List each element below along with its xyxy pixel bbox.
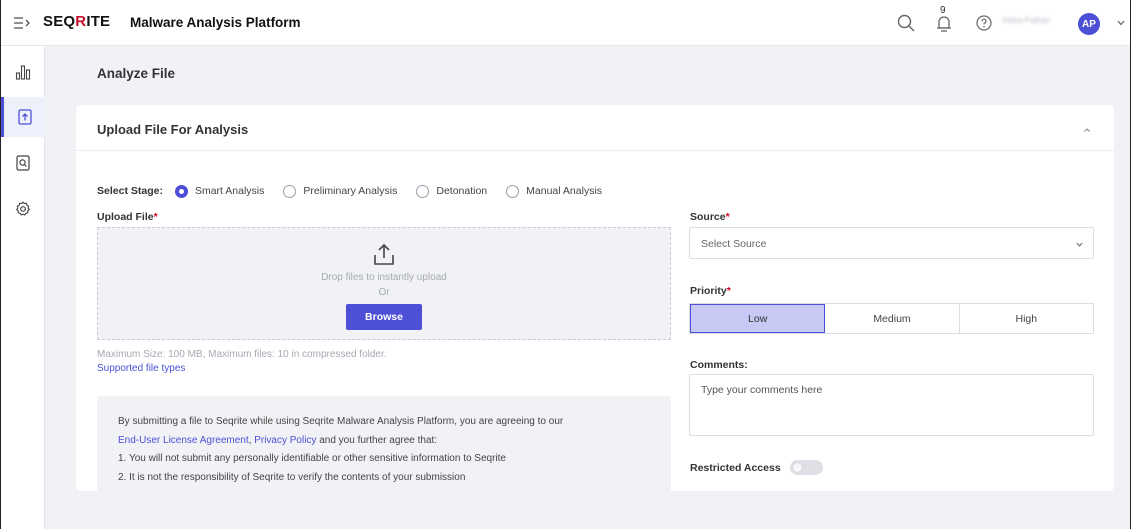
drop-text: Drop files to instantly upload [321,272,447,283]
help-icon[interactable] [976,15,992,31]
source-label: Source* [690,211,730,223]
terms-box: By submitting a file to Seqrite while us… [97,396,671,491]
toggle-knob [793,463,802,472]
radio-dot[interactable] [506,184,520,198]
or-text: Or [378,287,390,298]
priority-medium-button[interactable]: Medium [825,304,960,333]
bell-icon[interactable] [935,14,953,34]
priority-high-button[interactable]: High [959,304,1093,333]
comments-label: Comments: [690,359,748,371]
comments-field[interactable] [689,374,1094,436]
avatar[interactable]: AP [1078,13,1100,35]
sidebar-item-reports[interactable] [1,143,45,183]
radio-preliminary-analysis[interactable]: Preliminary Analysis [283,184,398,198]
radio-label: Detonation [436,185,488,197]
stage-label: Select Stage: [97,185,163,197]
priority-label: Priority* [690,285,731,297]
terms-item-1: 1. You will not submit any personally id… [118,453,506,464]
radio-manual-analysis[interactable]: Manual Analysis [506,184,603,198]
upload-icon [374,243,394,265]
radio-detonation[interactable]: Detonation [416,184,488,198]
max-size-hint: Maximum Size: 100 MB, Maximum files: 10 … [97,349,387,360]
priority-low-button[interactable]: Low [690,304,826,333]
user-name[interactable]: Afsha Pathan [1002,16,1072,28]
radio-label: Preliminary Analysis [303,185,398,197]
terms-line-2: End-User License Agreement, Privacy Poli… [118,434,438,446]
source-select-value: Select Source [701,238,767,250]
radio-smart-analysis[interactable]: Smart Analysis [174,184,265,198]
radio-dot[interactable] [174,184,188,198]
bar-chart-icon [15,65,31,80]
privacy-policy-link[interactable]: Privacy Policy [254,435,316,446]
terms-item-2: 2. It is not the responsibility of Seqri… [118,471,466,483]
sidebar-item-dashboard[interactable] [1,52,45,92]
radio-label: Manual Analysis [526,185,603,197]
restricted-access-toggle[interactable] [790,460,823,475]
stage-selector: Select Stage: Smart Analysis Preliminary… [97,184,621,198]
app-title: Malware Analysis Platform [130,15,301,30]
terms-line-1: By submitting a file to Seqrite while us… [118,416,564,427]
sidebar-item-settings[interactable] [1,189,45,229]
file-upload-icon [17,109,32,125]
file-search-icon [16,155,30,171]
sidebar [1,46,45,529]
source-select[interactable]: Select Source [689,227,1094,259]
menu-toggle-icon[interactable] [13,14,31,32]
upload-file-label: Upload File* [97,211,158,223]
seqrite-logo[interactable]: SEQRITE [43,13,110,30]
card-header[interactable]: Upload File For Analysis [76,105,1114,151]
radio-dot[interactable] [416,184,430,198]
priority-selector: Low Medium High [689,303,1094,334]
radio-label: Smart Analysis [194,185,265,197]
chevron-down-icon[interactable] [1116,18,1126,28]
top-bar: SEQRITE Malware Analysis Platform 9 Afsh… [1,0,1130,46]
radio-dot[interactable] [283,184,297,198]
sidebar-item-analyze-file[interactable] [1,97,45,137]
eula-link[interactable]: End-User License Agreement [118,435,249,446]
page-title: Analyze File [97,66,176,81]
card-title: Upload File For Analysis [97,122,249,137]
search-icon[interactable] [897,14,915,32]
browse-button[interactable]: Browse [346,304,422,330]
app-frame: SEQRITE Malware Analysis Platform 9 Afsh… [0,0,1131,529]
settings-icon [15,201,31,216]
upload-card: Upload File For Analysis Select Stage: S… [76,105,1114,491]
restricted-access-label: Restricted Access [690,462,781,474]
chevron-up-icon[interactable] [1082,125,1092,135]
file-dropzone[interactable]: Drop files to instantly upload Or Browse [97,227,671,340]
supported-file-types-link[interactable]: Supported file types [97,363,185,374]
chevron-down-icon [1076,242,1083,247]
